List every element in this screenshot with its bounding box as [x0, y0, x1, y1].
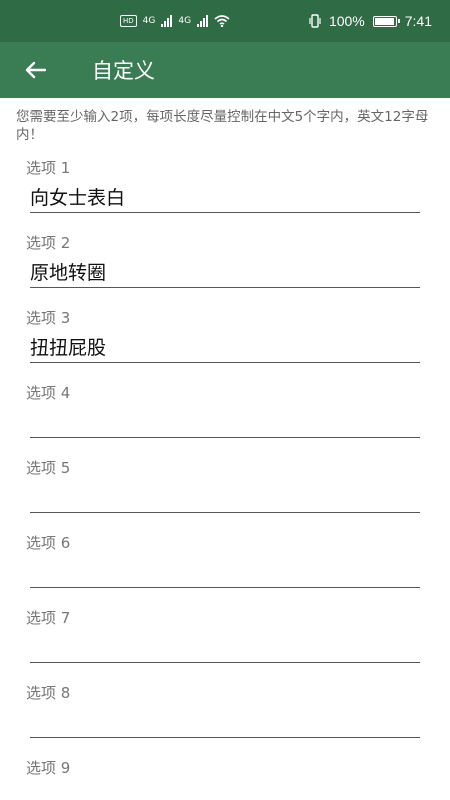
hd-icon: HD [120, 15, 137, 27]
option-input[interactable] [30, 558, 420, 588]
option-label: 选项 6 [26, 534, 71, 552]
option-field-7: 选项 7 [0, 605, 450, 680]
option-input[interactable] [30, 633, 420, 663]
option-input[interactable] [30, 333, 420, 363]
signal-icon-2 [197, 15, 209, 27]
option-field-9: 选项 9 [0, 755, 450, 800]
instruction-text: 您需要至少输入2项，每项长度尽量控制在中文5个字内，英文12字母内！ [16, 109, 429, 143]
network-indicators: HD 4G 4G [120, 15, 230, 27]
option-input[interactable] [30, 258, 420, 288]
back-button[interactable] [0, 42, 70, 98]
option-label: 选项 2 [26, 234, 71, 252]
option-label: 选项 9 [26, 759, 71, 777]
network-type-2: 4G [178, 16, 192, 26]
option-field-8: 选项 8 [0, 680, 450, 755]
option-label: 选项 5 [26, 459, 71, 477]
clock: 7:41 [404, 13, 432, 29]
page-title: 自定义 [92, 59, 155, 83]
wifi-icon [214, 15, 230, 27]
option-label: 选项 8 [26, 684, 71, 702]
system-indicators: 100% 7:41 [309, 13, 432, 29]
option-field-6: 选项 6 [0, 530, 450, 605]
option-input[interactable] [30, 783, 420, 800]
battery-icon [372, 15, 400, 27]
option-field-5: 选项 5 [0, 455, 450, 530]
option-label: 选项 7 [26, 609, 71, 627]
app-bar: 自定义 [0, 42, 450, 98]
option-field-4: 选项 4 [0, 380, 450, 455]
options-form: 选项 1 选项 2 选项 3 选项 4 选项 5 选项 6 选项 7 选项 8 … [0, 155, 450, 800]
option-label: 选项 1 [26, 159, 71, 177]
option-input[interactable] [30, 708, 420, 738]
arrow-left-icon [25, 61, 46, 79]
option-input[interactable] [30, 483, 420, 513]
option-label: 选项 3 [26, 309, 71, 327]
battery-percent: 100% [328, 13, 365, 29]
option-field-3: 选项 3 [0, 305, 450, 380]
status-bar: HD 4G 4G 100% 7:41 [0, 0, 450, 42]
option-label: 选项 4 [26, 384, 71, 402]
vibrate-icon [309, 14, 321, 28]
option-field-1: 选项 1 [0, 155, 450, 230]
option-input[interactable] [30, 408, 420, 438]
signal-icon [161, 15, 173, 27]
option-input[interactable] [30, 183, 420, 213]
network-type-1: 4G [142, 16, 156, 26]
option-field-2: 选项 2 [0, 230, 450, 305]
